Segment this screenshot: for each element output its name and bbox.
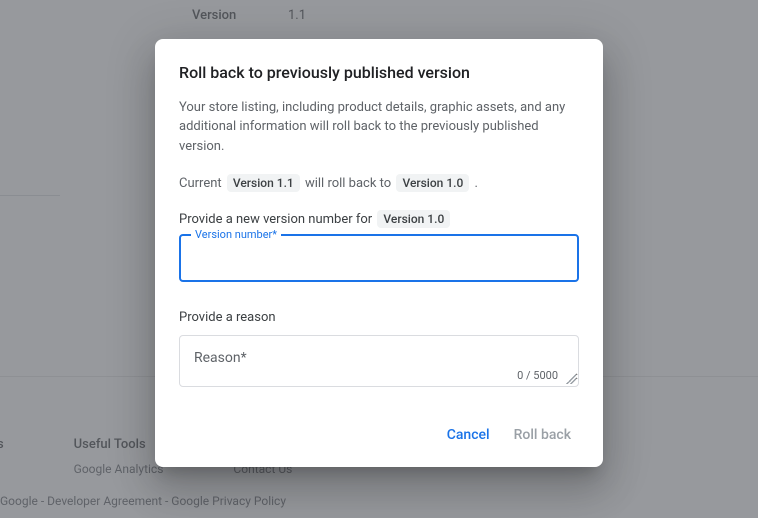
current-version-chip: Version 1.1 <box>227 174 300 192</box>
rollback-summary: Current Version 1.1 will roll back to Ve… <box>179 174 579 192</box>
modal-overlay: Roll back to previously published versio… <box>0 0 758 518</box>
dialog-actions: Cancel Roll back <box>179 411 579 459</box>
rollback-dialog: Roll back to previously published versio… <box>155 39 603 468</box>
rollback-button[interactable]: Roll back <box>506 419 579 451</box>
reason-prompt: Provide a reason <box>179 310 579 325</box>
new-version-target-chip: Version 1.0 <box>377 210 450 228</box>
reason-field[interactable]: 0 / 5000 <box>179 335 579 387</box>
version-number-input[interactable] <box>181 236 577 280</box>
new-version-prompt: Provide a new version number for Version… <box>179 210 579 228</box>
dialog-title: Roll back to previously published versio… <box>179 63 579 82</box>
will-rollback-text: will roll back to <box>305 176 391 191</box>
cancel-button[interactable]: Cancel <box>439 419 498 451</box>
period: . <box>475 176 478 191</box>
char-counter: 0 / 5000 <box>517 369 558 382</box>
version-number-field[interactable]: Version number* <box>179 234 579 282</box>
dialog-description: Your store listing, including product de… <box>179 98 579 157</box>
version-number-label: Version number* <box>191 228 281 241</box>
current-text: Current <box>179 176 222 191</box>
new-version-prompt-text: Provide a new version number for <box>179 212 372 227</box>
target-version-chip: Version 1.0 <box>396 174 469 192</box>
